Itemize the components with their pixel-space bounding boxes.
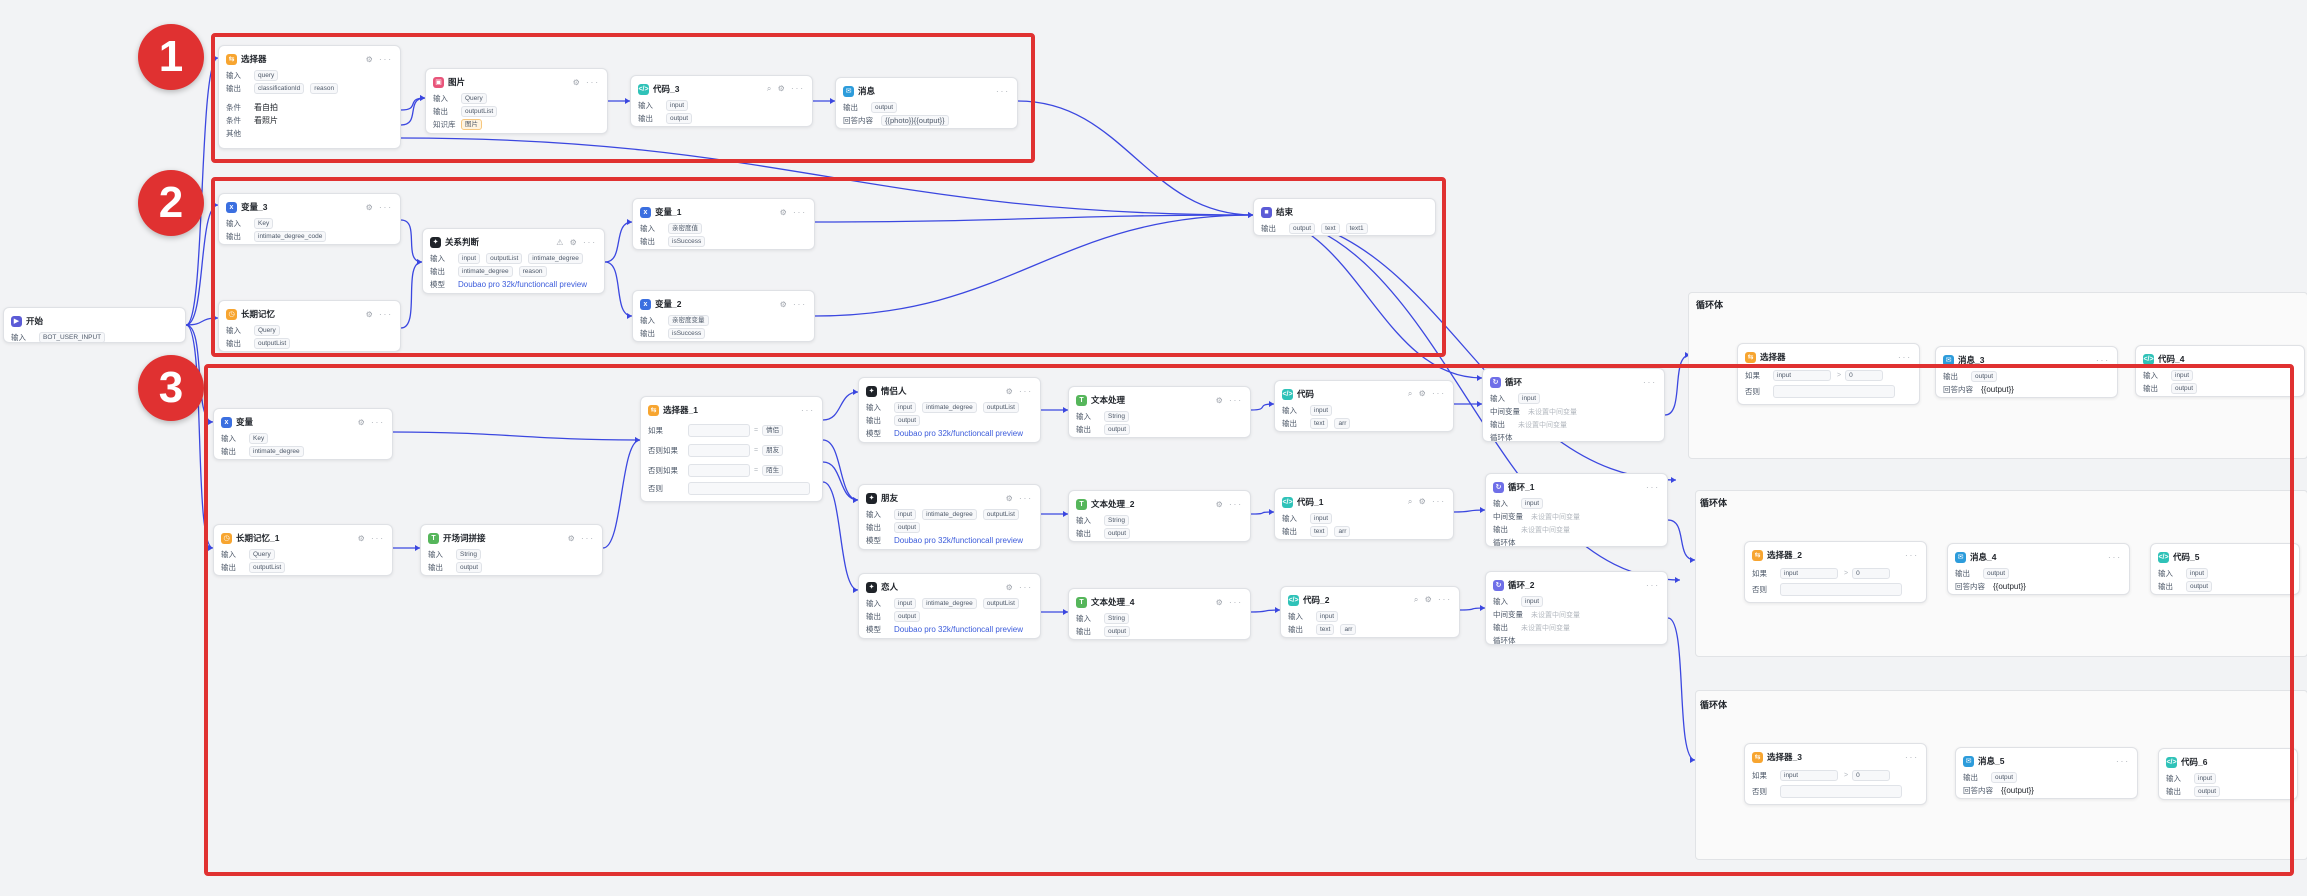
workflow-canvas[interactable]: 循环体 循环体 循环体 ▶ 开始 输入 BOT_USER_INPUT ⇆ 选择器 ⚙ ·… [0, 0, 2307, 896]
highlight-region-2 [211, 177, 1446, 357]
node-title: 选择器 [1760, 352, 1786, 362]
start-icon: ▶ [11, 315, 22, 327]
selector-icon: ⇆ [1745, 351, 1756, 363]
highlight-region-1 [211, 33, 1035, 163]
node-title: 开始 [26, 316, 44, 326]
param-tag: BOT_USER_INPUT [39, 332, 106, 342]
code-icon: </> [2143, 353, 2154, 365]
input-label: 输入 [11, 333, 26, 342]
region-badge-2: 2 [138, 170, 204, 236]
loop-body-1-title: 循环体 [1696, 300, 1724, 310]
region-badge-3: 3 [138, 355, 204, 421]
region-badge-1: 1 [138, 24, 204, 90]
highlight-region-3 [204, 364, 2294, 876]
node-menu-icon[interactable]: ··· [1898, 353, 1912, 362]
start-node[interactable]: ▶ 开始 输入 BOT_USER_INPUT [3, 307, 186, 343]
